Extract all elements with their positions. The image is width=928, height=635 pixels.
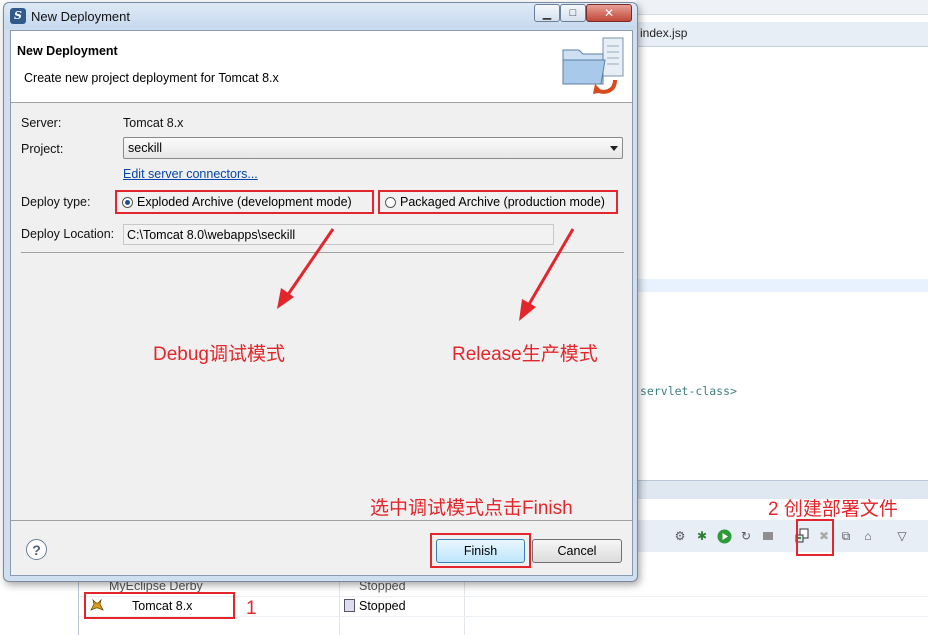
deploy-location-label: Deploy Location: — [21, 227, 115, 241]
server-value: Tomcat 8.x — [123, 116, 184, 130]
dialog-body: New Deployment Create new project deploy… — [10, 30, 633, 576]
code-fragment: servlet-class> — [640, 384, 737, 398]
chevron-down-icon — [610, 146, 618, 151]
annotation-arrows — [277, 228, 575, 321]
server-label: Server: — [21, 116, 62, 130]
maximize-button[interactable]: □ — [560, 4, 586, 22]
radio-button[interactable] — [385, 197, 396, 208]
stopped-state-icon — [344, 599, 355, 612]
new-deployment-dialog: S New Deployment ▁ □ ✕ New Deployment Cr… — [3, 2, 638, 582]
project-label: Project: — [21, 142, 64, 156]
radio-button[interactable] — [122, 197, 133, 208]
annotation-debug-mode: Debug调试模式 — [153, 344, 285, 365]
folder-icon[interactable]: ⌂ — [860, 528, 876, 544]
servers-toolbar-icons: ⚙ ✱ ↻ ✖ ⧉ ⌂ ▽ — [672, 526, 910, 546]
wizard-header: New Deployment Create new project deploy… — [11, 31, 632, 103]
radio-label: Packaged Archive (production mode) — [400, 195, 605, 209]
deployment-folder-icon — [559, 36, 627, 100]
cancel-button[interactable]: Cancel — [532, 539, 622, 563]
radio-exploded-archive[interactable]: Exploded Archive (development mode) — [115, 190, 374, 214]
debug-server-icon[interactable]: ✱ — [694, 528, 710, 544]
filter-icon[interactable]: ⚙ — [672, 528, 688, 544]
current-line-highlight — [636, 279, 928, 292]
wizard-title: New Deployment — [17, 44, 118, 58]
ide-toolbar — [636, 0, 928, 15]
project-select[interactable]: seckill — [123, 137, 623, 159]
editor-tab-index-jsp[interactable]: index.jsp — [640, 26, 687, 40]
close-button[interactable]: ✕ — [586, 4, 632, 22]
start-server-icon[interactable] — [716, 528, 732, 544]
tomcat-highlight-box — [84, 592, 235, 619]
wizard-description: Create new project deployment for Tomcat… — [24, 71, 279, 85]
server-state: Stopped — [359, 599, 406, 613]
dialog-titlebar[interactable]: S New Deployment ▁ □ ✕ — [4, 3, 637, 29]
help-icon[interactable]: ? — [26, 539, 47, 560]
copy-icon[interactable]: ⧉ — [838, 528, 854, 544]
dialog-title: New Deployment — [31, 9, 130, 24]
stop-server-icon[interactable] — [760, 528, 776, 544]
restart-server-icon[interactable]: ↻ — [738, 528, 754, 544]
divider — [21, 252, 624, 253]
myeclipse-icon: S — [10, 8, 26, 24]
code-editor[interactable] — [636, 47, 928, 480]
project-select-value: seckill — [128, 141, 163, 155]
annotation-select-finish: 选中调试模式点击Finish — [370, 498, 573, 519]
minimize-button[interactable]: ▁ — [534, 4, 560, 22]
annotation-create-deploy: 2 创建部署文件 — [768, 499, 898, 520]
divider — [11, 520, 632, 521]
finish-button[interactable]: Finish — [436, 539, 525, 563]
editor-tabbar: index.jsp — [636, 22, 928, 47]
edit-server-connectors-link[interactable]: Edit server connectors... — [123, 167, 258, 181]
annotation-step-one: 1 — [246, 598, 257, 619]
deploy-location-field: C:\Tomcat 8.0\webapps\seckill — [123, 224, 554, 245]
deploy-button-highlight-box — [796, 519, 834, 556]
deploy-location-value: C:\Tomcat 8.0\webapps\seckill — [127, 228, 296, 242]
radio-label: Exploded Archive (development mode) — [137, 195, 352, 209]
radio-packaged-archive[interactable]: Packaged Archive (production mode) — [378, 190, 618, 214]
deploy-type-label: Deploy type: — [21, 195, 91, 209]
annotation-release-mode: Release生产模式 — [452, 344, 598, 365]
view-menu-icon[interactable]: ▽ — [894, 528, 910, 544]
